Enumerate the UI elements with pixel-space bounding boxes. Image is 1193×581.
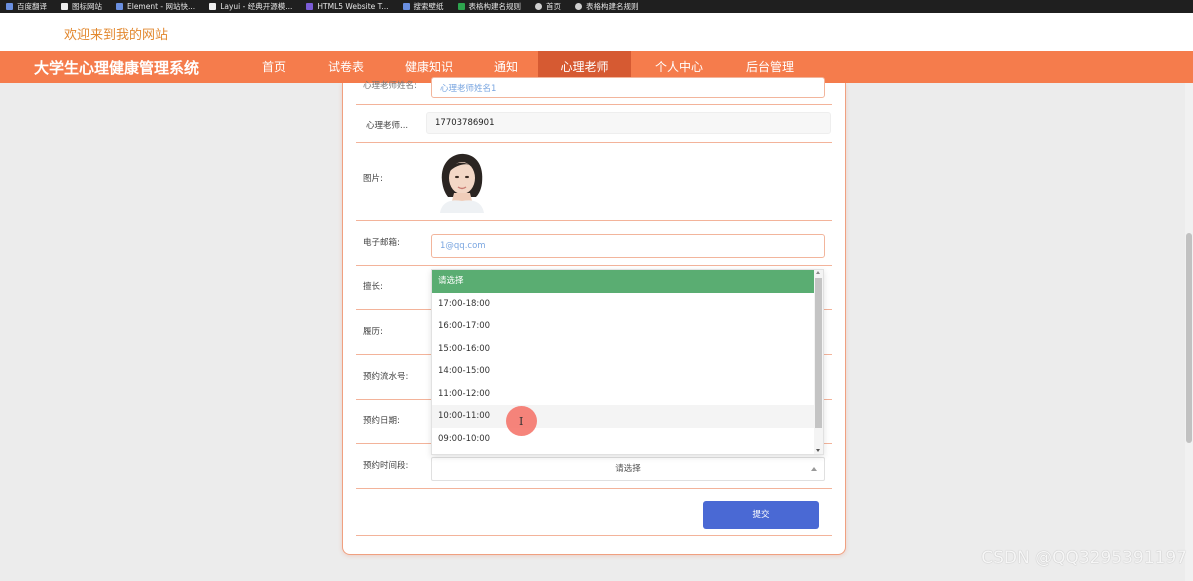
bookmark-item[interactable]: 首页 <box>529 1 569 12</box>
time-slot-dropdown[interactable]: 请选择 17:00-18:00 16:00-17:00 15:00-16:00 … <box>431 269 824 455</box>
bookmark-item[interactable]: 表格构建名规则 <box>569 1 647 12</box>
bookmark-item[interactable]: 图标网站 <box>55 1 110 12</box>
divider <box>356 142 832 143</box>
bookmark-item[interactable]: 表格构建名规则 <box>452 1 530 12</box>
text-cursor-icon: I <box>519 415 524 428</box>
dropdown-scrollbar[interactable] <box>814 270 823 454</box>
email-label: 电子邮箱: <box>363 238 400 248</box>
booking-time-select[interactable]: 请选择 <box>431 457 825 481</box>
select-placeholder: 请选择 <box>615 464 641 474</box>
page-scrollbar-thumb[interactable] <box>1186 233 1192 443</box>
site-title: 大学生心理健康管理系统 <box>34 59 200 77</box>
resume-label: 履历: <box>363 327 383 337</box>
image-icon <box>402 3 410 10</box>
dropdown-option[interactable]: 17:00-18:00 <box>432 293 815 316</box>
layer-icon <box>209 3 217 10</box>
welcome-bar: 欢迎来到我的网站 <box>0 13 1193 51</box>
booking-date-label: 预约日期: <box>363 416 400 426</box>
table-icon <box>457 3 465 10</box>
specialty-label: 擅长: <box>363 282 383 292</box>
divider <box>356 535 832 536</box>
bookmark-item[interactable]: 百度翻译 <box>0 1 55 12</box>
caret-up-icon <box>811 467 817 471</box>
watermark: CSDN @QQ3295391197 <box>981 548 1187 568</box>
bookmarks-bar: 百度翻译 图标网站 Element - 网站快... Layui - 经典开源模… <box>0 0 1193 13</box>
divider <box>356 265 832 266</box>
booking-no-label: 预约流水号: <box>363 372 409 382</box>
teacher-name-label: 心理老师姓名: <box>363 81 417 91</box>
nav-home[interactable]: 首页 <box>243 51 305 83</box>
dropdown-option[interactable]: 10:00-11:00 <box>432 405 815 428</box>
divider <box>356 104 832 105</box>
globe-icon <box>575 3 583 10</box>
dropdown-option[interactable]: 16:00-17:00 <box>432 315 815 338</box>
page-icon <box>61 3 68 10</box>
divider <box>356 488 832 489</box>
bookmark-item[interactable]: 搜索壁纸 <box>397 1 452 12</box>
shield-icon <box>116 3 123 10</box>
scroll-up-icon[interactable] <box>816 271 820 274</box>
paw-icon <box>6 3 13 10</box>
email-input[interactable]: 1@qq.com <box>431 234 825 258</box>
page-icon <box>306 3 314 10</box>
teacher-booking-form: 心理老师姓名: 心理老师姓名1 心理老师... 17703786901 图片: … <box>342 77 846 555</box>
phone-field[interactable]: 17703786901 <box>426 112 831 134</box>
booking-time-label: 预约时间段: <box>363 461 409 471</box>
teacher-name-input[interactable]: 心理老师姓名1 <box>431 77 825 98</box>
divider <box>356 220 832 221</box>
globe-icon <box>535 3 543 10</box>
cursor-highlight: I <box>506 406 537 436</box>
dropdown-option[interactable]: 15:00-16:00 <box>432 338 815 361</box>
image-label: 图片: <box>363 174 383 184</box>
dropdown-option[interactable]: 09:00-10:00 <box>432 428 815 451</box>
page-scrollbar[interactable] <box>1185 83 1193 581</box>
teacher-avatar <box>432 151 492 213</box>
dropdown-option[interactable]: 14:00-15:00 <box>432 360 815 383</box>
scroll-down-icon[interactable] <box>816 449 820 452</box>
welcome-text: 欢迎来到我的网站 <box>64 28 169 43</box>
bookmark-item[interactable]: HTML5 Website T... <box>300 2 396 11</box>
dropdown-option[interactable]: 请选择 <box>432 270 815 293</box>
submit-button[interactable]: 提交 <box>703 501 819 529</box>
phone-label: 心理老师... <box>366 121 409 131</box>
bookmark-item[interactable]: Element - 网站快... <box>110 1 203 12</box>
bookmark-item[interactable]: Layui - 经典开源模... <box>203 1 300 12</box>
scrollbar-thumb[interactable] <box>815 278 822 428</box>
dropdown-option[interactable]: 11:00-12:00 <box>432 383 815 406</box>
